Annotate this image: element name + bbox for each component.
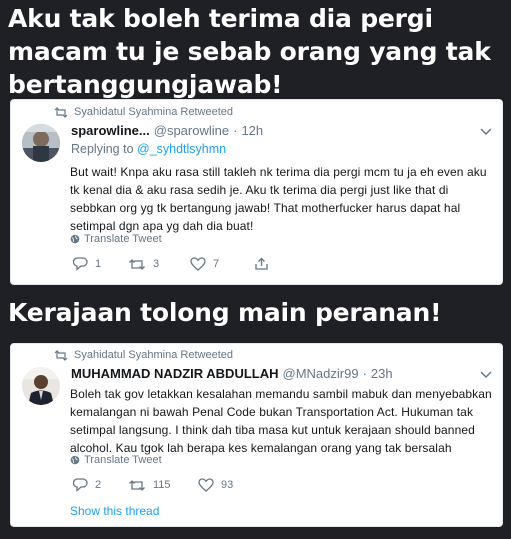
tweet-text: But wait! Knpa aku rasa still takleh nk … (70, 165, 487, 233)
tweet-text: Boleh tak gov letakkan kesalahan memandu… (70, 387, 492, 455)
globe-icon (70, 455, 80, 465)
translate-tweet-label: Translate Tweet (84, 233, 162, 245)
reply-icon (73, 478, 88, 492)
reply-count: 2 (95, 479, 102, 491)
author-handle[interactable]: @MNadzir99 (283, 366, 359, 381)
chevron-down-icon[interactable] (480, 128, 492, 136)
direct-message-action[interactable] (254, 257, 309, 271)
avatar[interactable] (22, 124, 60, 162)
heart-icon (190, 257, 206, 271)
retweet-context: Syahidatul Syahmina Retweeted (54, 349, 233, 361)
replying-to-handle[interactable]: @_syhdtlsyhmn (137, 142, 226, 156)
caption-heading-second: Kerajaan tolong main peranan! (8, 298, 442, 327)
tweet-actions: 2 115 93 (73, 478, 262, 492)
separator-dot: · (233, 123, 238, 138)
translate-tweet-label: Translate Tweet (84, 454, 162, 466)
show-thread-link[interactable]: Show this thread (70, 504, 159, 518)
translate-tweet-link[interactable]: Translate Tweet (70, 454, 162, 466)
tweet-actions: 1 3 7 (73, 257, 309, 271)
retweet-icon (129, 258, 145, 270)
like-count: 7 (213, 258, 220, 270)
tweet-card[interactable]: Syahidatul Syahmina Retweeted sparowline… (10, 99, 503, 285)
tweet-time[interactable]: 23h (371, 366, 393, 381)
globe-icon (70, 234, 80, 244)
retweet-count: 3 (153, 258, 160, 270)
avatar-image (22, 367, 60, 405)
replying-to: Replying to @_syhdtlsyhmn (71, 142, 226, 156)
like-action[interactable]: 93 (198, 478, 262, 492)
avatar-image (22, 124, 60, 162)
author-name[interactable]: sparowline... (71, 123, 150, 138)
replying-to-prefix: Replying to (71, 142, 138, 156)
reply-action[interactable]: 1 (73, 257, 128, 271)
avatar[interactable] (22, 367, 60, 405)
retweet-icon (54, 106, 68, 118)
caption-heading-first: Aku tak boleh terima dia pergi macam tu … (8, 4, 491, 99)
reply-count: 1 (95, 258, 102, 270)
chevron-down-icon[interactable] (480, 371, 492, 379)
heart-icon (198, 478, 214, 492)
retweet-count: 115 (153, 479, 171, 491)
retweet-action[interactable]: 115 (128, 479, 198, 492)
like-count: 93 (221, 479, 234, 491)
retweet-context: Syahidatul Syahmina Retweeted (54, 106, 233, 118)
tweet-card[interactable]: Syahidatul Syahmina Retweeted MUHAMMAD N… (10, 343, 503, 527)
retweet-icon (129, 479, 145, 491)
author-name[interactable]: MUHAMMAD NADZIR ABDULLAH (71, 366, 279, 381)
retweeted-by-label: Syahidatul Syahmina Retweeted (74, 349, 233, 361)
tweet-header: sparowline... @sparowline · 12h (71, 123, 263, 138)
reply-icon (73, 257, 88, 271)
direct-message-icon (255, 257, 268, 270)
tweet-header: MUHAMMAD NADZIR ABDULLAH @MNadzir99 · 23… (71, 366, 393, 381)
retweet-action[interactable]: 3 (128, 258, 190, 271)
tweet-time[interactable]: 12h (241, 123, 263, 138)
reply-action[interactable]: 2 (73, 478, 128, 492)
author-handle[interactable]: @sparowline (154, 123, 229, 138)
separator-dot: · (362, 366, 367, 381)
retweet-icon (54, 349, 68, 361)
retweeted-by-label: Syahidatul Syahmina Retweeted (74, 106, 233, 118)
translate-tweet-link[interactable]: Translate Tweet (70, 233, 162, 245)
like-action[interactable]: 7 (190, 257, 254, 271)
